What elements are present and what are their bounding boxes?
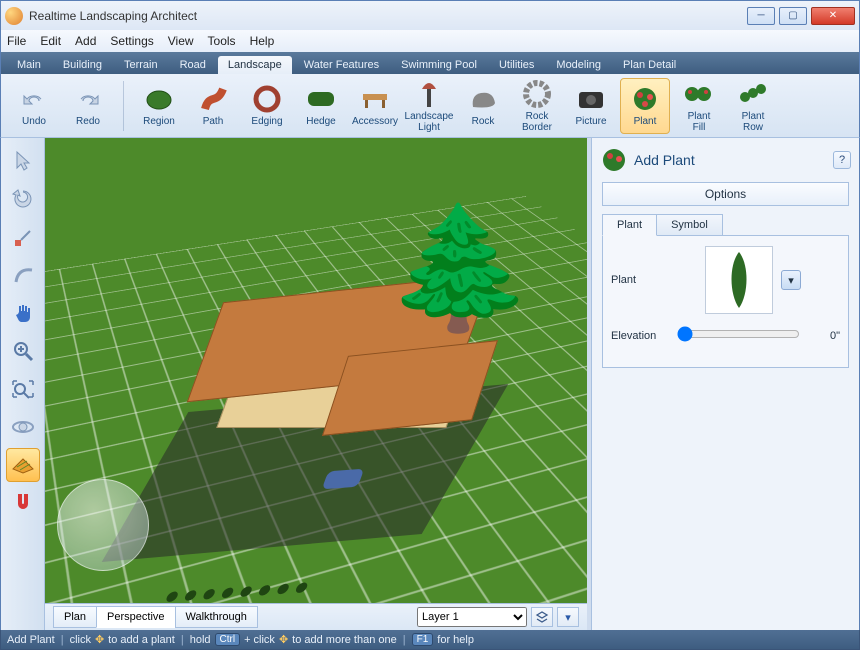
elevation-slider[interactable] <box>677 326 800 342</box>
plant-row-button[interactable]: Plant Row <box>728 78 778 134</box>
ribbon-toolbar: Undo Redo Region Path Edging Hedge Acces… <box>0 74 860 138</box>
options-button[interactable]: Options <box>602 182 849 206</box>
select-tool[interactable] <box>6 144 40 178</box>
menu-view[interactable]: View <box>168 34 194 48</box>
menu-help[interactable]: Help <box>250 34 275 48</box>
status-bar: Add Plant | click ✥ to add a plant | hol… <box>0 630 860 650</box>
f1-key-hint: F1 <box>412 633 434 646</box>
ribbon-tab-road[interactable]: Road <box>170 56 216 74</box>
maximize-button[interactable]: ▢ <box>779 7 807 25</box>
properties-panel: Add Plant ? Options Plant Symbol Plant ▾… <box>591 138 859 630</box>
navigation-ball[interactable] <box>57 479 149 571</box>
ribbon-tab-landscape[interactable]: Landscape <box>218 56 292 74</box>
ribbon-tab-swimming-pool[interactable]: Swimming Pool <box>391 56 487 74</box>
view-toolbar: Plan Perspective Walkthrough Layer 1 ▾ <box>45 603 587 630</box>
edging-button[interactable]: Edging <box>242 78 292 134</box>
curve-tool[interactable] <box>6 258 40 292</box>
plant-row-icon <box>738 79 768 109</box>
accessory-button[interactable]: Accessory <box>350 78 400 134</box>
plant-label: Plant <box>611 274 669 286</box>
camera-icon <box>576 84 606 114</box>
region-icon <box>144 84 174 114</box>
window-title: Realtime Landscaping Architect <box>29 9 747 23</box>
menu-tools[interactable]: Tools <box>208 34 236 48</box>
menu-settings[interactable]: Settings <box>110 34 153 48</box>
zoom-extents-tool[interactable] <box>6 372 40 406</box>
ribbon-tab-main[interactable]: Main <box>7 56 51 74</box>
undo-button[interactable]: Undo <box>9 78 59 134</box>
panel-plant-icon <box>600 146 628 174</box>
ribbon-tab-building[interactable]: Building <box>53 56 112 74</box>
plant-preview[interactable] <box>705 246 773 314</box>
redo-icon <box>73 84 103 114</box>
subtab-symbol[interactable]: Symbol <box>656 214 723 236</box>
title-bar: Realtime Landscaping Architect ─ ▢ ✕ <box>0 0 860 30</box>
plant-icon <box>630 84 660 114</box>
plant-picker-dropdown[interactable]: ▾ <box>781 270 801 290</box>
view-tab-walkthrough[interactable]: Walkthrough <box>175 606 258 628</box>
layer-select[interactable]: Layer 1 <box>417 607 527 627</box>
viewport-container: 🌲 ●●●●●●●● Plan Perspective Walkthrough … <box>45 138 591 630</box>
view-tab-perspective[interactable]: Perspective <box>96 606 175 628</box>
app-icon <box>5 7 23 25</box>
ribbon-tab-plan-detail[interactable]: Plan Detail <box>613 56 686 74</box>
rotate-tool[interactable] <box>6 182 40 216</box>
layer-options-button[interactable] <box>531 607 553 627</box>
snap-tool[interactable] <box>6 486 40 520</box>
rock-border-button[interactable]: Rock Border <box>512 78 562 134</box>
rock-icon <box>468 84 498 114</box>
ribbon-tab-bar: Main Building Terrain Road Landscape Wat… <box>0 52 860 74</box>
redo-button[interactable]: Redo <box>63 78 113 134</box>
path-button[interactable]: Path <box>188 78 238 134</box>
elevation-label: Elevation <box>611 330 669 342</box>
ribbon-tab-terrain[interactable]: Terrain <box>114 56 168 74</box>
orbit-tool[interactable] <box>6 410 40 444</box>
rock-button[interactable]: Rock <box>458 78 508 134</box>
view-tab-plan[interactable]: Plan <box>53 606 97 628</box>
menu-file[interactable]: File <box>7 34 26 48</box>
close-button[interactable]: ✕ <box>811 7 855 25</box>
3d-viewport[interactable]: 🌲 ●●●●●●●● <box>45 138 587 603</box>
move-point-tool[interactable] <box>6 220 40 254</box>
ribbon-tab-water-features[interactable]: Water Features <box>294 56 389 74</box>
plant-fill-icon <box>684 79 714 109</box>
cursor-icon: ✥ <box>95 633 104 646</box>
grid-tool[interactable] <box>6 448 40 482</box>
panel-help-button[interactable]: ? <box>833 151 851 169</box>
plant-button[interactable]: Plant <box>620 78 670 134</box>
hedge-icon <box>306 84 336 114</box>
edging-icon <box>252 84 282 114</box>
ribbon-tab-utilities[interactable]: Utilities <box>489 56 544 74</box>
zoom-in-tool[interactable] <box>6 334 40 368</box>
hedge-button[interactable]: Hedge <box>296 78 346 134</box>
region-button[interactable]: Region <box>134 78 184 134</box>
menu-add[interactable]: Add <box>75 34 96 48</box>
status-action: Add Plant <box>7 634 55 646</box>
bench-icon <box>360 84 390 114</box>
ribbon-tab-modeling[interactable]: Modeling <box>546 56 611 74</box>
plant-fill-button[interactable]: Plant Fill <box>674 78 724 134</box>
subtab-plant[interactable]: Plant <box>602 214 657 236</box>
layer-dropdown-button[interactable]: ▾ <box>557 607 579 627</box>
rock-border-icon <box>522 79 552 109</box>
menu-bar: File Edit Add Settings View Tools Help <box>0 30 860 52</box>
picture-button[interactable]: Picture <box>566 78 616 134</box>
lamp-icon <box>414 79 444 109</box>
left-toolbar <box>1 138 45 630</box>
cursor-icon: ✥ <box>279 633 288 646</box>
landscape-light-button[interactable]: Landscape Light <box>404 78 454 134</box>
pan-tool[interactable] <box>6 296 40 330</box>
undo-icon <box>19 84 49 114</box>
minimize-button[interactable]: ─ <box>747 7 775 25</box>
elevation-value: 0" <box>808 330 840 342</box>
ctrl-key-hint: Ctrl <box>215 633 241 646</box>
menu-edit[interactable]: Edit <box>40 34 61 48</box>
panel-title: Add Plant <box>634 152 827 168</box>
path-icon <box>198 84 228 114</box>
